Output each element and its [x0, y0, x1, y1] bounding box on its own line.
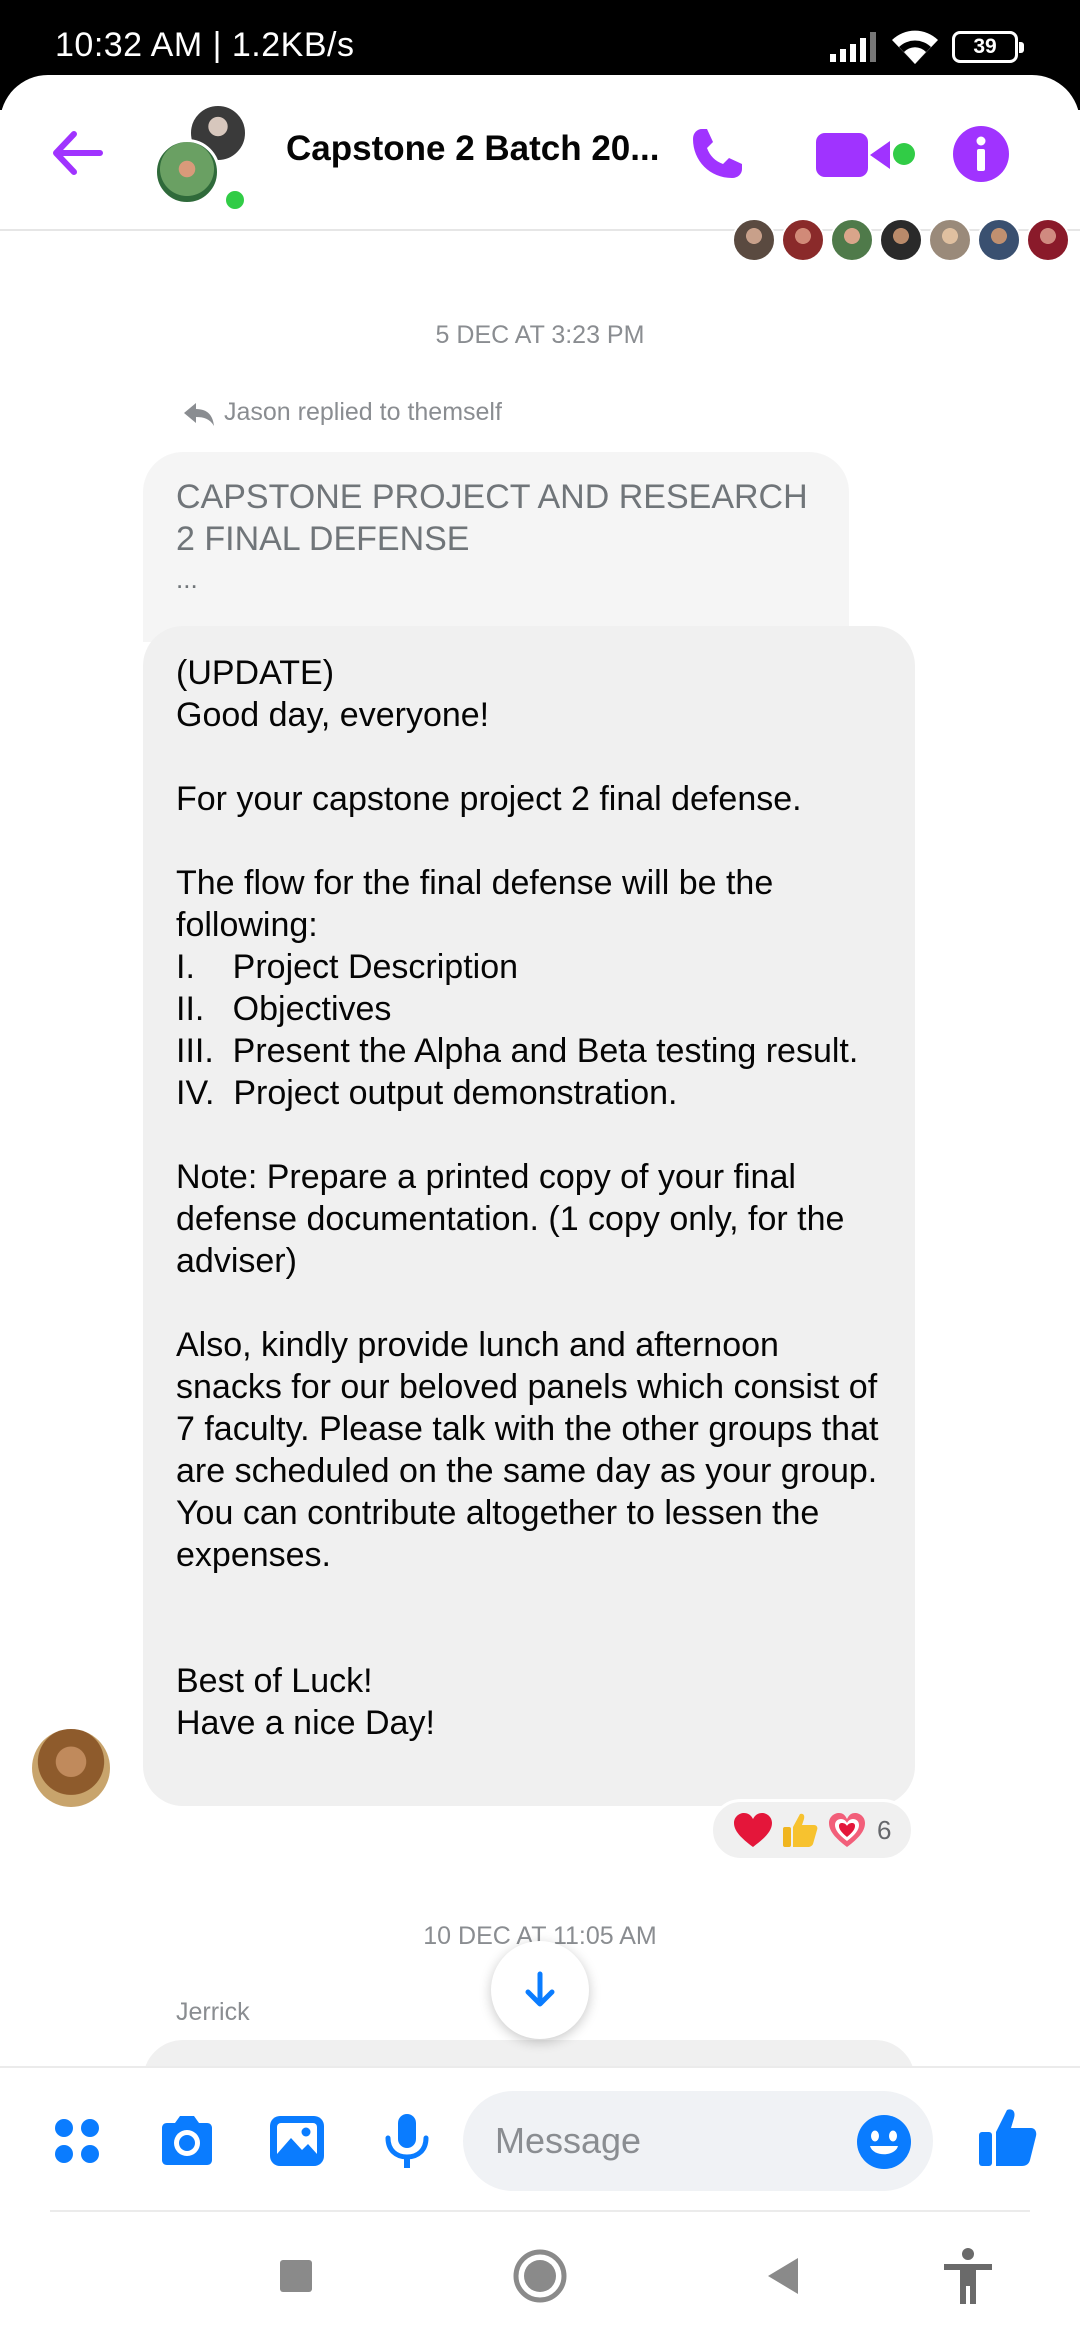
system-nav-bar — [0, 2212, 1080, 2340]
thumbs-up-icon[interactable] — [974, 2104, 1040, 2170]
emoji-icon[interactable] — [855, 2113, 913, 2171]
member-avatar — [154, 139, 220, 205]
quoted-message[interactable]: CAPSTONE PROJECT AND RESEARCH 2 FINAL DE… — [143, 452, 849, 642]
message-composer — [0, 2066, 1080, 2212]
quoted-text: CAPSTONE PROJECT AND RESEARCH 2 FINAL DE… — [176, 478, 808, 558]
arrow-down-icon — [525, 1971, 555, 2007]
read-receipt-avatar — [928, 218, 972, 262]
info-icon[interactable] — [952, 125, 1010, 183]
phone-icon[interactable] — [684, 121, 750, 187]
reply-indicator: Jason replied to themself — [180, 398, 502, 427]
back-triangle-icon[interactable] — [752, 2244, 816, 2308]
message-bubble[interactable]: (UPDATE) Good day, everyone! For your ca… — [143, 626, 915, 1806]
microphone-icon[interactable] — [374, 2108, 440, 2174]
sender-avatar[interactable] — [32, 1729, 110, 1807]
reaction-count: 6 — [877, 1814, 892, 1845]
status-icons: 39 — [830, 30, 1024, 64]
scroll-to-bottom-button[interactable] — [491, 1941, 589, 2039]
video-active-dot — [893, 143, 915, 165]
sender-name: Jerrick — [176, 1998, 250, 2026]
gallery-icon[interactable] — [264, 2108, 330, 2174]
heart-reaction-icon — [734, 1813, 772, 1847]
read-receipt-avatar — [977, 218, 1021, 262]
thumbs-up-reaction-icon — [783, 1813, 818, 1847]
chat-title[interactable]: Capstone 2 Batch 20... — [286, 129, 666, 169]
read-receipt-avatar — [732, 218, 776, 262]
online-status-dot — [222, 187, 248, 213]
video-camera-icon[interactable] — [810, 125, 900, 185]
message-input[interactable] — [495, 2091, 855, 2191]
quoted-ellipsis: ... — [176, 564, 198, 594]
wifi-icon — [892, 30, 938, 64]
recents-square-icon[interactable] — [264, 2244, 328, 2308]
home-circle-icon[interactable] — [508, 2244, 572, 2308]
status-time: 10:32 AM | 1.2KB/s — [55, 26, 355, 64]
read-receipt-avatar — [879, 218, 923, 262]
reply-note-text: Jason replied to themself — [224, 398, 502, 426]
apps-grid-icon[interactable] — [44, 2108, 110, 2174]
timestamp-divider: 5 DEC AT 3:23 PM — [435, 321, 645, 349]
battery-level: 39 — [973, 35, 997, 58]
heart-eyes-reaction-icon — [829, 1813, 865, 1847]
camera-icon[interactable] — [154, 2108, 220, 2174]
read-receipts — [732, 218, 1070, 262]
accessibility-icon[interactable] — [936, 2244, 1000, 2308]
read-receipt-avatar — [830, 218, 874, 262]
message-input-container[interactable] — [463, 2091, 933, 2191]
group-avatar[interactable] — [150, 103, 260, 213]
chat-header: Capstone 2 Batch 20... — [0, 75, 1080, 231]
read-receipt-avatar — [1026, 218, 1070, 262]
signal-icon — [830, 32, 876, 62]
back-arrow-icon[interactable] — [44, 120, 110, 186]
read-receipt-avatar — [781, 218, 825, 262]
reply-arrow-icon — [184, 402, 214, 426]
battery-indicator: 39 — [952, 31, 1024, 63]
reactions-pill[interactable]: 6 — [710, 1799, 914, 1861]
